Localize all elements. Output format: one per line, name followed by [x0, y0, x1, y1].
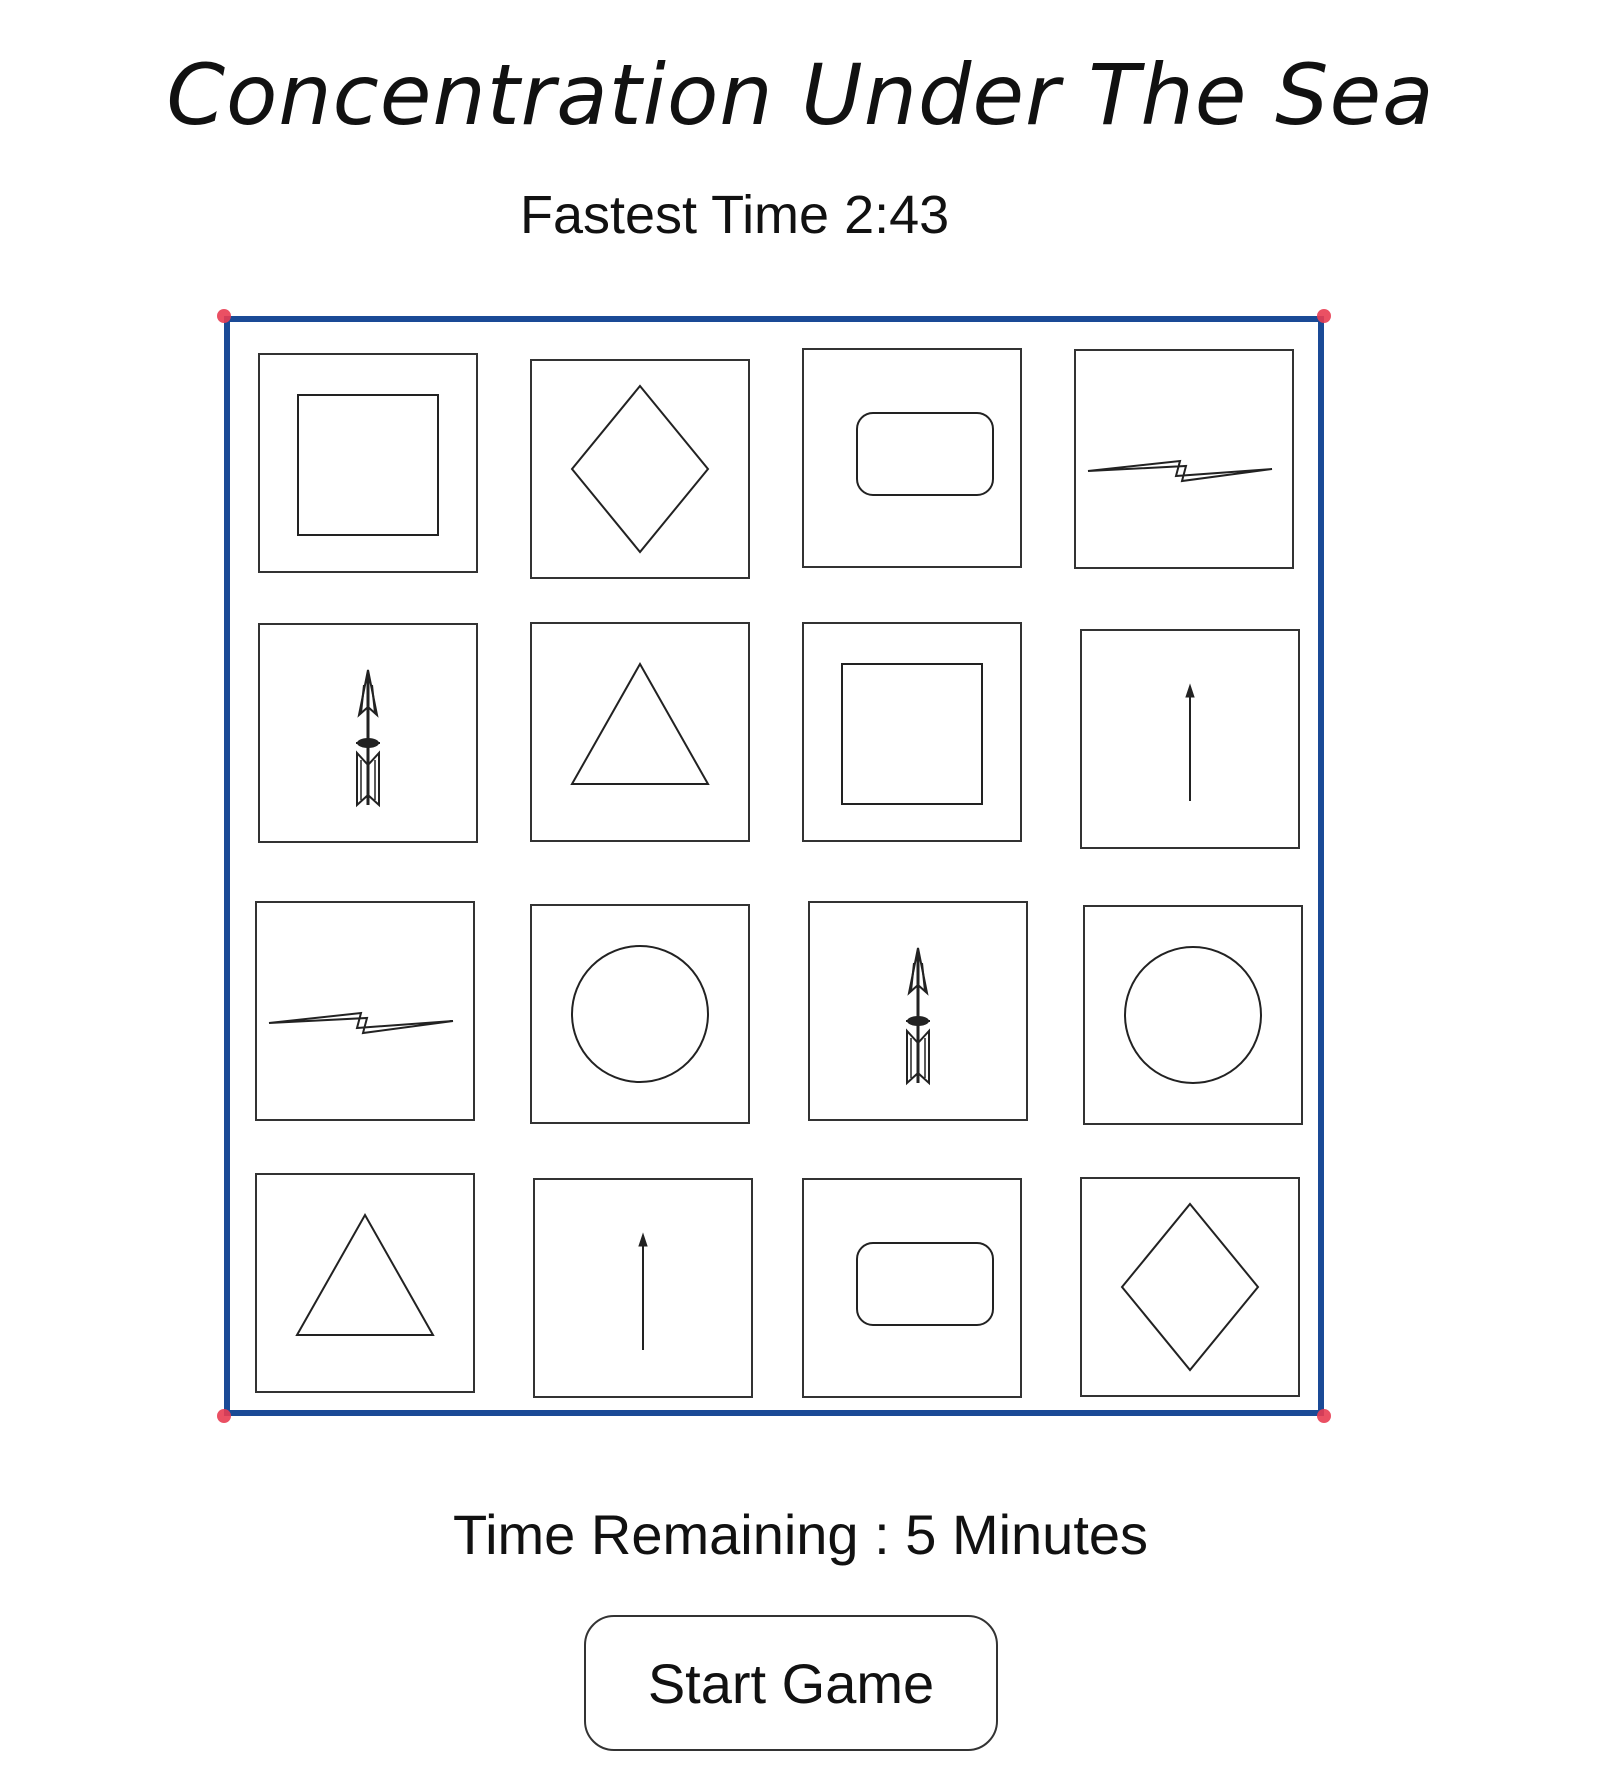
memory-card[interactable] [258, 623, 478, 843]
square-icon [297, 394, 439, 536]
memory-card[interactable] [258, 353, 478, 573]
lightning-bolt-icon [268, 1011, 454, 1035]
game-title: Concentration Under The Sea [166, 46, 1435, 144]
memory-card[interactable] [530, 359, 750, 579]
time-remaining: Time Remaining : 5 Minutes [452, 1503, 1149, 1566]
circle-icon [1124, 946, 1262, 1084]
memory-card[interactable] [530, 622, 750, 842]
diamond-icon [570, 384, 710, 554]
lightning-bolt-icon [1087, 459, 1273, 483]
board-corner-marker [217, 1409, 231, 1423]
fastest-time: Fastest Time 2:43 [520, 185, 950, 245]
square-icon [841, 663, 983, 805]
memory-card[interactable] [533, 1178, 753, 1398]
feathered-arrow-icon [356, 669, 380, 808]
thin-arrow-icon [1185, 683, 1195, 801]
memory-card[interactable] [255, 1173, 475, 1393]
memory-card[interactable] [1080, 629, 1300, 849]
feathered-arrow-icon [906, 947, 930, 1086]
memory-card[interactable] [1080, 1177, 1300, 1397]
board-corner-marker [217, 309, 231, 323]
board-corner-marker [1317, 309, 1331, 323]
memory-card[interactable] [802, 348, 1022, 568]
rounded-rectangle-icon [856, 412, 994, 496]
rounded-rectangle-icon [856, 1242, 994, 1326]
memory-card[interactable] [802, 1178, 1022, 1398]
memory-card[interactable] [255, 901, 475, 1121]
circle-icon [571, 945, 709, 1083]
memory-card[interactable] [1074, 349, 1294, 569]
diamond-icon [1120, 1202, 1260, 1372]
triangle-icon [295, 1212, 435, 1336]
triangle-icon [570, 661, 710, 785]
memory-card[interactable] [1083, 905, 1303, 1125]
board-corner-marker [1317, 1409, 1331, 1423]
memory-card[interactable] [530, 904, 750, 1124]
start-game-button[interactable]: Start Game [584, 1615, 998, 1751]
memory-card[interactable] [808, 901, 1028, 1121]
memory-card[interactable] [802, 622, 1022, 842]
thin-arrow-icon [638, 1232, 648, 1350]
game-board [224, 316, 1324, 1416]
